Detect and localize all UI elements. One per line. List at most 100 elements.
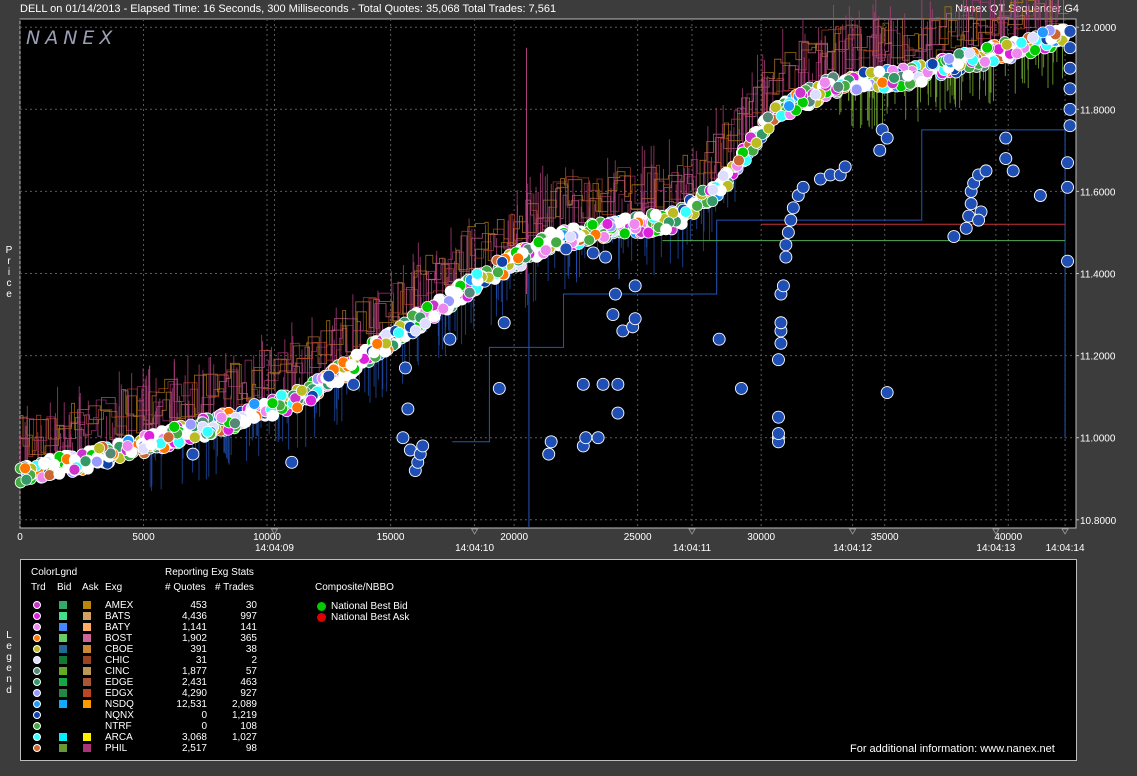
- bid-color-swatch: [59, 744, 67, 752]
- quote-count: 4,290: [181, 688, 207, 699]
- nsdq-trade-point: [559, 242, 573, 256]
- legend-side-label: Legend: [6, 630, 12, 696]
- trade-point: [601, 218, 614, 230]
- nsdq-trade-point: [784, 213, 798, 227]
- nsdq-trade-point: [1063, 82, 1077, 96]
- trade-point: [915, 75, 928, 88]
- nsdq-trade-point: [781, 226, 795, 239]
- trade-point: [550, 236, 563, 249]
- trade-point: [943, 52, 955, 65]
- trade-point: [1011, 47, 1023, 60]
- nsdq-trade-point: [542, 447, 556, 461]
- time-label: 14:04:13: [976, 543, 1015, 554]
- bid-color-swatch: [59, 733, 67, 741]
- x-tick-label: 40000: [994, 532, 1022, 543]
- trade-point: [979, 55, 991, 68]
- trade-point: [145, 438, 158, 451]
- trade-color-dot: [33, 623, 41, 631]
- trade-point: [393, 326, 405, 339]
- trade-color-dot: [33, 612, 41, 620]
- trade-point: [229, 417, 241, 430]
- nsdq-trade-point: [591, 431, 605, 445]
- trade-color-dot: [33, 744, 41, 752]
- trade-point: [794, 86, 807, 99]
- time-label: 14:04:12: [833, 543, 872, 554]
- legend-row: BATS 4,436 997: [21, 611, 321, 622]
- ask-color-swatch: [83, 667, 91, 675]
- legend-row: BATY 1,141 141: [21, 622, 321, 633]
- trade-point: [850, 83, 863, 96]
- trade-point: [215, 411, 228, 424]
- trade-point: [981, 41, 994, 54]
- exchange-name: EDGE: [105, 677, 134, 688]
- nsdq-trade-point: [779, 238, 793, 252]
- trade-point: [492, 266, 504, 279]
- trade-count: 1,027: [231, 732, 257, 743]
- trade-point: [121, 440, 134, 452]
- nsdq-trade-point: [776, 279, 790, 293]
- trade-point: [583, 234, 596, 246]
- trade-color-dot: [33, 689, 41, 697]
- stats-col-quotes: # Quotes: [165, 582, 206, 593]
- trade-color-dot: [33, 667, 41, 675]
- legend-col-exg: Exg: [105, 582, 123, 593]
- nsdq-trade-point: [1063, 61, 1077, 75]
- composite-title: Composite/NBBO: [315, 582, 394, 593]
- time-label: 14:04:09: [255, 543, 294, 554]
- ask-color-swatch: [83, 689, 91, 697]
- nsdq-trade-point: [347, 377, 360, 391]
- nsdq-trade-point: [497, 316, 511, 330]
- nsdq-trade-point: [964, 197, 978, 211]
- trade-point: [188, 431, 201, 444]
- legend-col-ask: Ask: [82, 582, 99, 593]
- legend-col-trd: Trd: [31, 582, 46, 593]
- trade-point: [512, 252, 525, 265]
- trade-point: [295, 384, 308, 397]
- nsdq-trade-point: [396, 431, 410, 445]
- nsdq-trade-point: [838, 160, 852, 174]
- trade-color-dot: [33, 733, 41, 741]
- nsdq-trade-point: [443, 332, 457, 346]
- nsdq-trade-point: [599, 250, 612, 264]
- nsdq-trade-point: [774, 316, 788, 330]
- nsdq-trade-point: [398, 361, 412, 375]
- nsdq-trade-point: [322, 369, 336, 383]
- trade-color-dot: [33, 601, 41, 609]
- nsdq-trade-point: [1063, 102, 1077, 116]
- trade-color-dot: [33, 645, 41, 653]
- trade-point: [1027, 31, 1039, 44]
- trade-point: [618, 212, 631, 225]
- trade-point: [266, 409, 279, 422]
- legend-row: EDGX 4,290 927: [21, 688, 321, 699]
- trade-count: 38: [245, 644, 257, 655]
- trade-point: [706, 195, 719, 208]
- time-marker: [688, 528, 696, 535]
- footer-link[interactable]: For additional information: www.nanex.ne…: [850, 743, 1055, 755]
- nsdq-trade-point: [772, 427, 785, 441]
- trade-color-dot: [33, 711, 41, 719]
- exchange-name: NTRF: [105, 721, 132, 732]
- trade-count: 365: [240, 633, 257, 644]
- trade-point: [305, 394, 317, 407]
- exchange-name: CHIC: [105, 655, 130, 666]
- trade-point: [345, 359, 358, 371]
- price-chart: 10.8000 11.0000 11.2000 11.4000 11.6000 11.80…: [14, 0, 1117, 554]
- trade-point: [762, 111, 774, 124]
- trade-color-dot: [33, 722, 41, 730]
- ask-color-swatch: [83, 623, 91, 631]
- nsdq-trade-point: [712, 332, 726, 346]
- trade-point: [1000, 38, 1013, 51]
- nsdq-trade-point: [959, 221, 973, 235]
- trade-count: 927: [240, 688, 257, 699]
- trade-point: [586, 219, 599, 231]
- quote-count: 0: [201, 721, 207, 732]
- time-marker: [1061, 528, 1069, 535]
- y-tick-label: 12.0000: [1080, 23, 1117, 34]
- nsdq-trade-point: [186, 447, 200, 461]
- nsdq-trade-point: [947, 230, 961, 244]
- bid-color-swatch: [59, 667, 67, 675]
- nsdq-trade-point: [628, 279, 642, 293]
- trade-point: [1015, 36, 1028, 49]
- trade-point: [184, 418, 197, 431]
- exchange-name: BATY: [105, 622, 131, 633]
